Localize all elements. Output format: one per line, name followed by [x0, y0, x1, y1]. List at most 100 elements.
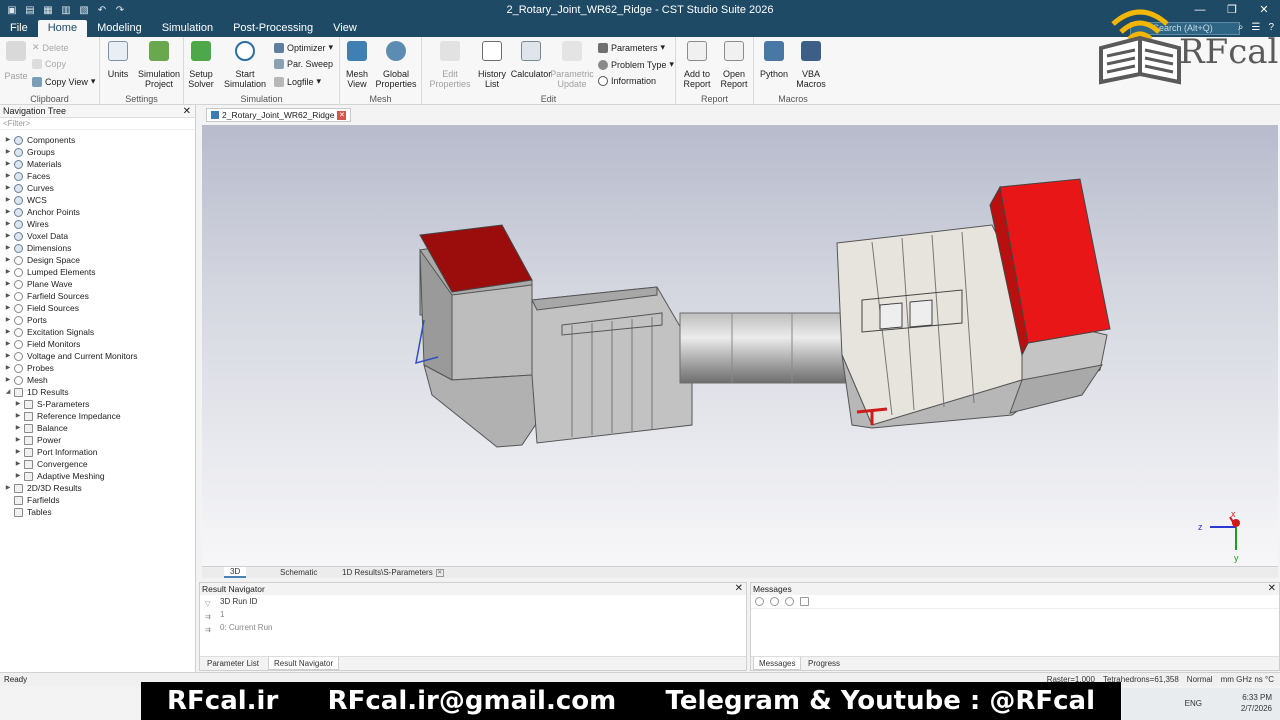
tab-3d[interactable]: 3D [224, 567, 247, 578]
units-button[interactable]: Units [106, 41, 130, 79]
tree-item[interactable]: ▶ Convergence [0, 458, 195, 470]
tab-simulation[interactable]: Simulation [152, 20, 223, 37]
close-icon[interactable]: ✕ [735, 583, 743, 595]
tree-item[interactable]: ▶ Balance [0, 422, 195, 434]
language-indicator[interactable]: ENG [1185, 699, 1202, 708]
result-header-row[interactable]: ▽ 3D Run ID [200, 595, 746, 608]
chevron-right-icon[interactable]: ▶ [14, 410, 22, 422]
par-sweep-button[interactable]: Par. Sweep [274, 59, 333, 69]
tree-item[interactable]: Farfields [0, 494, 195, 506]
close-tab-icon[interactable]: ✕ [337, 110, 347, 120]
tree-item[interactable]: ◢ 1D Results [0, 386, 195, 398]
information-button[interactable]: Information [598, 76, 656, 86]
tree-item[interactable]: ▶ Plane Wave [0, 278, 195, 290]
copy-button[interactable]: Copy [32, 59, 66, 69]
tree-item[interactable]: ▶ Lumped Elements [0, 266, 195, 278]
redo-icon[interactable]: ↷ [114, 4, 126, 16]
open-report-button[interactable]: Open Report [718, 41, 750, 89]
tab-post-processing[interactable]: Post-Processing [223, 20, 323, 37]
tab-modeling[interactable]: Modeling [87, 20, 152, 37]
tree-item[interactable]: ▶ Curves [0, 182, 195, 194]
python-button[interactable]: Python [758, 41, 790, 79]
tree-filter-input[interactable]: <Filter> [0, 118, 195, 130]
tree-item[interactable]: ▶ Dimensions [0, 242, 195, 254]
tree-item[interactable]: ▶ Voxel Data [0, 230, 195, 242]
tab-progress[interactable]: Progress [803, 657, 845, 670]
problem-type-button[interactable]: Problem Type ▾ [598, 59, 674, 70]
copy-view-button[interactable]: Copy View ▾ [32, 76, 95, 87]
result-row[interactable]: ⇉ 0: Current Run [200, 621, 746, 634]
setup-solver-button[interactable]: Setup Solver [186, 41, 216, 89]
tab-result-navigator[interactable]: Result Navigator [268, 657, 340, 670]
delete-button[interactable]: ✕ Delete [32, 42, 69, 53]
chevron-right-icon[interactable]: ▶ [4, 278, 12, 290]
chevron-right-icon[interactable]: ▶ [4, 158, 12, 170]
tab-view[interactable]: View [323, 20, 367, 37]
tree-item[interactable]: ▶ Probes [0, 362, 195, 374]
chevron-right-icon[interactable]: ▶ [4, 182, 12, 194]
open-icon[interactable]: ▤ [24, 4, 36, 16]
tree-item[interactable]: ▶ Farfield Sources [0, 290, 195, 302]
tree-item[interactable]: ▶ Design Space [0, 254, 195, 266]
tree-item[interactable]: ▶ S-Parameters [0, 398, 195, 410]
result-row[interactable]: ⇉ 1 [200, 608, 746, 621]
tree-item[interactable]: ▶ Reference Impedance [0, 410, 195, 422]
chevron-right-icon[interactable]: ▶ [14, 422, 22, 434]
chevron-right-icon[interactable]: ▶ [4, 170, 12, 182]
close-icon[interactable]: ✕ [183, 105, 191, 118]
chevron-right-icon[interactable]: ▶ [4, 146, 12, 158]
mesh-view-button[interactable]: Mesh View [344, 41, 370, 89]
tree-item[interactable]: ▶ Ports [0, 314, 195, 326]
chevron-right-icon[interactable]: ▶ [4, 290, 12, 302]
close-icon[interactable]: ✕ [1268, 583, 1276, 595]
chevron-right-icon[interactable]: ▶ [14, 398, 22, 410]
tree-item[interactable]: ▶ Wires [0, 218, 195, 230]
chevron-right-icon[interactable]: ▶ [14, 470, 22, 482]
chevron-right-icon[interactable]: ▶ [4, 254, 12, 266]
print-icon[interactable]: ▧ [78, 4, 90, 16]
chevron-right-icon[interactable]: ▶ [4, 230, 12, 242]
chevron-right-icon[interactable]: ▶ [14, 434, 22, 446]
parametric-update-button[interactable]: Parametric Update [550, 41, 594, 89]
chevron-right-icon[interactable]: ▶ [4, 266, 12, 278]
paste-button[interactable]: Paste [4, 41, 28, 81]
calculator-button[interactable]: Calculator [510, 41, 552, 79]
close-tab-icon[interactable]: ✕ [435, 568, 444, 577]
chevron-right-icon[interactable]: ▶ [4, 338, 12, 350]
info-filter-icon[interactable] [785, 597, 794, 606]
tab-schematic[interactable]: Schematic [274, 567, 323, 578]
clock[interactable]: 6:33 PM 2/7/2026 [1241, 692, 1272, 714]
chevron-right-icon[interactable]: ▶ [4, 314, 12, 326]
history-list-button[interactable]: History List [474, 41, 510, 89]
warning-filter-icon[interactable] [770, 597, 779, 606]
optimizer-button[interactable]: Optimizer ▾ [274, 42, 333, 53]
tab-messages[interactable]: Messages [753, 657, 802, 670]
mode-readout[interactable]: Normal [1187, 673, 1213, 687]
edit-properties-button[interactable]: Edit Properties [428, 41, 472, 89]
chevron-right-icon[interactable]: ▶ [4, 350, 12, 362]
logfile-button[interactable]: Logfile ▾ [274, 76, 321, 87]
tab-parameter-list[interactable]: Parameter List [202, 657, 264, 670]
tree-item[interactable]: ▶ Mesh [0, 374, 195, 386]
chevron-down-icon[interactable]: ◢ [4, 386, 12, 398]
chevron-right-icon[interactable]: ▶ [14, 458, 22, 470]
clear-messages-icon[interactable] [800, 597, 809, 606]
chevron-right-icon[interactable]: ▶ [4, 374, 12, 386]
tree-item[interactable]: ▶ Voltage and Current Monitors [0, 350, 195, 362]
chevron-right-icon[interactable]: ▶ [4, 134, 12, 146]
3d-viewport[interactable]: x y z [202, 125, 1278, 566]
tree-item[interactable]: ▶ Excitation Signals [0, 326, 195, 338]
chevron-right-icon[interactable]: ▶ [4, 206, 12, 218]
chevron-right-icon[interactable]: ▶ [4, 326, 12, 338]
tree-item[interactable]: ▶ Groups [0, 146, 195, 158]
chevron-right-icon[interactable]: ▶ [4, 362, 12, 374]
chevron-right-icon[interactable]: ▶ [4, 194, 12, 206]
tab-s-parameters[interactable]: 1D Results\S-Parameters ✕ [336, 567, 450, 578]
rotary-joint-model[interactable]: x y z [202, 125, 1278, 566]
tree-item[interactable]: ▶ Adaptive Meshing [0, 470, 195, 482]
start-simulation-button[interactable]: Start Simulation [222, 41, 268, 89]
vba-macros-button[interactable]: VBA Macros [794, 41, 828, 89]
save-as-icon[interactable]: ▥ [60, 4, 72, 16]
tree-item[interactable]: ▶ 2D/3D Results [0, 482, 195, 494]
tree-item[interactable]: ▶ Components [0, 134, 195, 146]
